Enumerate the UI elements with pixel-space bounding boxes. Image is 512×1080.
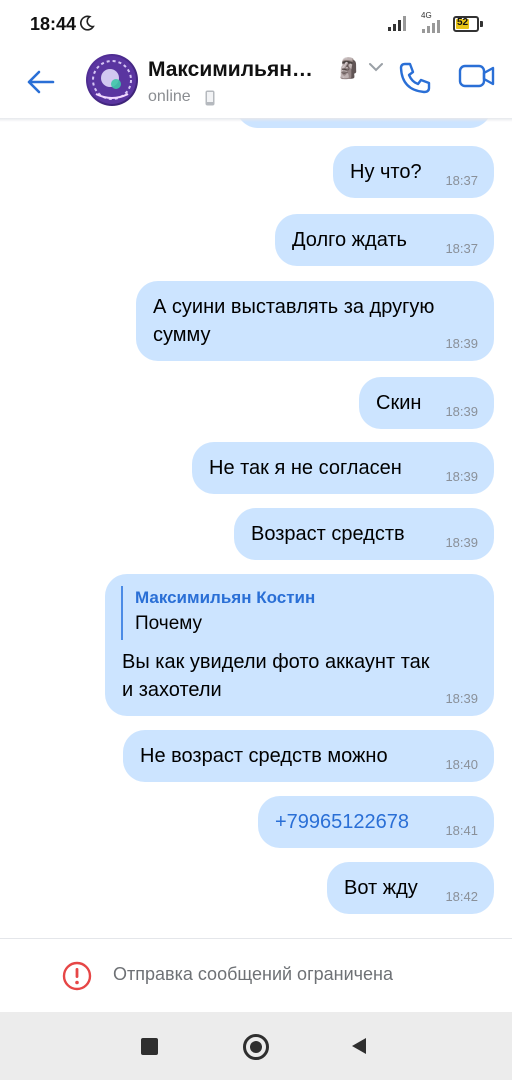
message-time: 18:39 xyxy=(445,691,478,706)
call-button[interactable] xyxy=(396,60,436,100)
message-text-line-1: Вы как увидели фото аккаунт так xyxy=(122,651,430,673)
phone-number-link[interactable]: +79965122678 xyxy=(275,808,409,836)
message-bubble[interactable]: Не так я не согласен 18:39 xyxy=(192,442,494,494)
message-text: Не так я не согласен xyxy=(209,457,402,479)
message-bubble-reply[interactable]: Максимильян Костин Почему Вы как увидели… xyxy=(105,574,494,716)
message-time: 18:40 xyxy=(445,757,478,772)
message-text: Долго ждать xyxy=(292,229,407,251)
message-time: 18:37 xyxy=(445,173,478,188)
message-text-line-1: А суини выставлять за другую xyxy=(153,296,435,318)
phone-icon xyxy=(399,62,431,94)
reply-author: Максимильян Костин xyxy=(135,588,316,607)
header-divider xyxy=(0,118,512,122)
message-time: 18:39 xyxy=(445,469,478,484)
message-time: 18:39 xyxy=(445,404,478,419)
messaging-restricted-bar: Отправка сообщений ограничена xyxy=(0,938,512,1012)
arrow-left-icon xyxy=(27,70,55,94)
message-bubble[interactable]: Скин 18:39 xyxy=(359,377,494,429)
mobile-device-icon xyxy=(205,90,215,106)
back-triangle-icon[interactable] xyxy=(350,1036,368,1056)
warning-icon xyxy=(62,961,92,991)
recent-apps-button[interactable] xyxy=(141,1038,158,1055)
battery-icon: 52 xyxy=(453,16,483,32)
message-text: Ну что? xyxy=(350,161,422,183)
battery-level: 52 xyxy=(457,17,469,28)
avatar[interactable] xyxy=(86,54,138,106)
message-bubble[interactable]: Возраст средств 18:39 xyxy=(234,508,494,560)
moon-icon xyxy=(80,15,95,31)
message-bubble[interactable]: Не возраст средств можно 18:40 xyxy=(123,730,494,782)
moai-emoji-icon: 🗿 xyxy=(336,58,361,80)
home-button[interactable] xyxy=(243,1034,269,1060)
message-text-line-2: и захотели xyxy=(122,679,222,701)
message-bubble[interactable]: Долго ждать 18:37 xyxy=(275,214,494,266)
video-camera-icon xyxy=(458,64,495,88)
reply-quote[interactable]: Максимильян Костин Почему xyxy=(121,586,315,640)
signal-4g-icon: 4G xyxy=(421,11,447,33)
contact-status: online xyxy=(148,88,191,105)
message-bubble[interactable]: Ну что? 18:37 xyxy=(333,146,494,198)
video-call-button[interactable] xyxy=(458,62,498,98)
message-text: Скин xyxy=(376,392,422,414)
status-bar: 18:44 4G 52 xyxy=(0,0,512,48)
back-button[interactable] xyxy=(20,62,60,102)
status-time: 18:44 xyxy=(30,14,77,34)
message-time: 18:39 xyxy=(445,336,478,351)
reply-text: Почему xyxy=(135,613,203,634)
message-text: Вот жду xyxy=(344,877,418,899)
contact-name[interactable]: Максимильян… xyxy=(148,58,313,82)
message-time: 18:41 xyxy=(445,823,478,838)
message-bubble[interactable]: А суини выставлять за другую сумму 18:39 xyxy=(136,281,494,361)
restricted-message: Отправка сообщений ограничена xyxy=(113,964,393,984)
message-text: Возраст средств xyxy=(251,523,405,545)
chevron-down-icon[interactable] xyxy=(368,62,384,72)
message-text: Не возраст средств можно xyxy=(140,745,388,767)
message-text-line-2: сумму xyxy=(153,324,211,346)
message-bubble[interactable]: +79965122678 18:41 xyxy=(258,796,494,848)
message-list[interactable]: Ну что? 18:37 Долго ждать 18:37 А суини … xyxy=(0,118,512,938)
system-nav-bar xyxy=(0,1012,512,1080)
signal-icon xyxy=(388,16,406,31)
message-time: 18:37 xyxy=(445,241,478,256)
message-time: 18:42 xyxy=(445,889,478,904)
message-bubble[interactable]: Вот жду 18:42 xyxy=(327,862,494,914)
chat-header: Максимильян… 🗿 online xyxy=(0,48,512,118)
message-time: 18:39 xyxy=(445,535,478,550)
